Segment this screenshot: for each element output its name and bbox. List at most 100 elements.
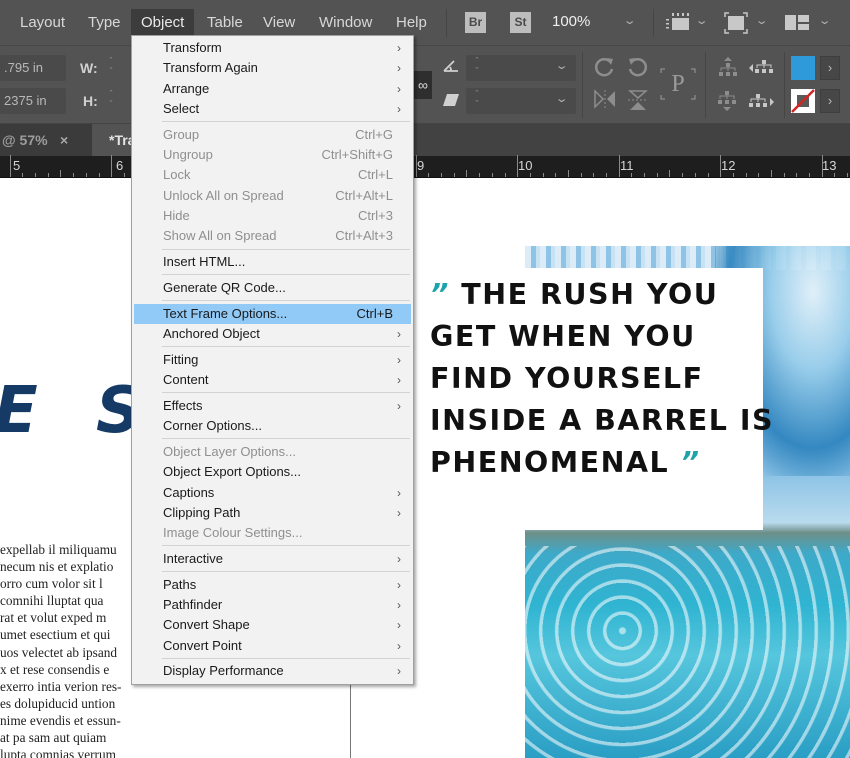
select-content-icon[interactable] <box>717 90 737 114</box>
menu-item-display-performance[interactable]: Display Performance › <box>134 661 411 681</box>
menu-item-lock[interactable]: Lock Ctrl+L <box>134 165 411 185</box>
menu-item-interactive[interactable]: Interactive › <box>134 549 411 569</box>
body-text-line: orro cum volor sit l <box>0 576 103 592</box>
object-menu-dropdown: Transform › Transform Again › Arrange › Select… <box>131 35 414 685</box>
submenu-chevron-right-icon: › <box>397 326 401 341</box>
view-chevron-down-icon[interactable]: ⌄ <box>695 14 709 27</box>
ruler-tick <box>834 173 835 177</box>
menu-item-fitting[interactable]: Fitting › <box>134 350 411 370</box>
body-text-line: nime evendis et essun- <box>0 712 121 728</box>
stroke-swatch-arrow-icon[interactable]: › <box>820 89 840 113</box>
rotation-angle-icon <box>443 60 458 72</box>
menu-item-shortcut: Ctrl+Alt+L <box>335 187 393 203</box>
menu-item-captions[interactable]: Captions › <box>134 483 411 503</box>
menu-item-transform[interactable]: Transform › <box>134 38 411 58</box>
ruler-tick <box>771 170 772 177</box>
width-label: W: <box>80 60 98 76</box>
fill-swatch[interactable] <box>791 56 815 80</box>
width-stepper[interactable]: ˆˇ <box>104 56 118 76</box>
select-previous-object-icon[interactable] <box>748 59 776 77</box>
menu-table[interactable]: Table <box>197 9 253 37</box>
menu-item-transform-again[interactable]: Transform Again › <box>134 58 411 78</box>
body-text-line: at pa sam aut quiam <box>0 730 107 746</box>
menu-item-image-colour-settings[interactable]: Image Colour Settings... <box>134 523 411 543</box>
menu-object[interactable]: Object <box>131 9 195 37</box>
menu-item-content[interactable]: Content › <box>134 370 411 390</box>
document-tab-inactive[interactable]: @ 57% × <box>0 124 92 156</box>
ruler-tick <box>466 170 467 177</box>
view-options-icon[interactable] <box>664 13 694 33</box>
menu-item-ungroup[interactable]: Ungroup Ctrl+Shift+G <box>134 145 411 165</box>
open-quote-mark-icon: ” <box>430 278 462 311</box>
menu-item-insert-html[interactable]: Insert HTML... <box>134 252 411 272</box>
height-label: H: <box>83 93 98 109</box>
screen-mode-chevron-down-icon[interactable]: ⌄ <box>755 14 769 27</box>
menu-item-show-all-on-spread[interactable]: Show All on Spread Ctrl+Alt+3 <box>134 226 411 246</box>
flip-horizontal-icon[interactable] <box>593 89 617 109</box>
arrange-chevron-down-icon[interactable]: ⌄ <box>818 14 832 27</box>
menu-type[interactable]: Type <box>78 9 131 37</box>
menu-item-anchored-object[interactable]: Anchored Object › <box>134 324 411 344</box>
rotate-clockwise-icon[interactable] <box>593 55 615 77</box>
flip-vertical-icon[interactable] <box>627 89 649 111</box>
menu-window[interactable]: Window <box>309 9 382 37</box>
arrange-documents-icon[interactable] <box>785 14 809 32</box>
menu-item-paths[interactable]: Paths › <box>134 575 411 595</box>
pull-quote-line-text: GET WHEN YOU <box>430 320 696 353</box>
menu-item-corner-options[interactable]: Corner Options... <box>134 416 411 436</box>
menu-item-convert-point[interactable]: Convert Point › <box>134 636 411 656</box>
stock-button[interactable]: St <box>510 12 531 33</box>
x-position-field[interactable]: .795 in <box>0 55 66 81</box>
menu-item-label: Transform Again <box>163 60 258 76</box>
menu-view[interactable]: View <box>253 9 305 37</box>
shear-dropdown-chevron-icon[interactable]: ⌄ <box>555 92 569 105</box>
fill-swatch-arrow-icon[interactable]: › <box>820 56 840 80</box>
rotation-dropdown-chevron-icon[interactable]: ⌄ <box>555 59 569 72</box>
body-text-line: rat et volut exped m <box>0 610 107 626</box>
zoom-level[interactable]: 100% <box>552 13 590 30</box>
select-next-object-icon[interactable] <box>748 93 776 111</box>
menu-item-convert-shape[interactable]: Convert Shape › <box>134 615 411 635</box>
menu-item-generate-qr-code[interactable]: Generate QR Code... <box>134 278 411 298</box>
menu-item-select[interactable]: Select › <box>134 99 411 119</box>
menu-layout[interactable]: Layout <box>10 9 75 37</box>
menu-item-label: Paths <box>163 576 197 592</box>
rotation-stepper[interactable]: ˆˇ <box>470 56 484 76</box>
pull-quote-frame[interactable]: ” THE RUSH YOU GET WHEN YOU FIND YOURSELF I… <box>418 268 772 530</box>
rotate-counterclockwise-icon[interactable] <box>627 55 649 77</box>
pull-quote-line: ” THE RUSH YOU <box>430 274 774 316</box>
body-text-frame[interactable]: expellab il miliquamu necum nis et explat… <box>0 541 138 758</box>
separator <box>446 9 447 37</box>
ruler-tick <box>22 173 23 177</box>
menu-item-effects[interactable]: Effects › <box>134 396 411 416</box>
menu-item-hide[interactable]: Hide Ctrl+3 <box>134 206 411 226</box>
shear-stepper[interactable]: ˆˇ <box>470 89 484 109</box>
menu-item-object-export-options[interactable]: Object Export Options... <box>134 462 411 482</box>
constrain-proportions-icon[interactable]: ∞ <box>414 71 432 99</box>
menu-item-label: Unlock All on Spread <box>163 187 284 203</box>
menu-item-group[interactable]: Group Ctrl+G <box>134 125 411 145</box>
horizontal-ruler[interactable]: 5 6 9 10 11 12 13 <box>0 155 850 178</box>
menu-item-pathfinder[interactable]: Pathfinder › <box>134 595 411 615</box>
bridge-button[interactable]: Br <box>465 12 486 33</box>
menu-help[interactable]: Help <box>386 9 437 37</box>
menu-separator <box>162 248 410 250</box>
menu-item-label: Clipping Path <box>163 504 241 520</box>
y-position-field[interactable]: 2375 in <box>0 88 66 114</box>
menu-item-object-layer-options[interactable]: Object Layer Options... <box>134 442 411 462</box>
ruler-label: 11 <box>620 158 634 173</box>
menu-item-label: Fitting <box>163 351 199 367</box>
select-container-icon[interactable] <box>718 56 738 80</box>
document-canvas[interactable]: E S expellab il miliquamu necum nis et ex… <box>0 179 850 758</box>
menu-item-text-frame-options[interactable]: Text Frame Options... Ctrl+B <box>134 303 411 324</box>
height-stepper[interactable]: ˆˇ <box>104 89 118 109</box>
screen-mode-icon[interactable] <box>724 12 748 34</box>
menu-item-label: Corner Options... <box>163 418 262 434</box>
stroke-swatch[interactable] <box>791 89 815 113</box>
zoom-chevron-down-icon[interactable]: ⌄ <box>623 14 637 27</box>
menu-item-clipping-path[interactable]: Clipping Path › <box>134 503 411 523</box>
menu-item-label: Convert Shape <box>163 617 250 633</box>
menu-item-arrange[interactable]: Arrange › <box>134 79 411 99</box>
menu-item-unlock-all-on-spread[interactable]: Unlock All on Spread Ctrl+Alt+L <box>134 186 411 206</box>
close-tab-icon[interactable]: × <box>60 124 68 156</box>
